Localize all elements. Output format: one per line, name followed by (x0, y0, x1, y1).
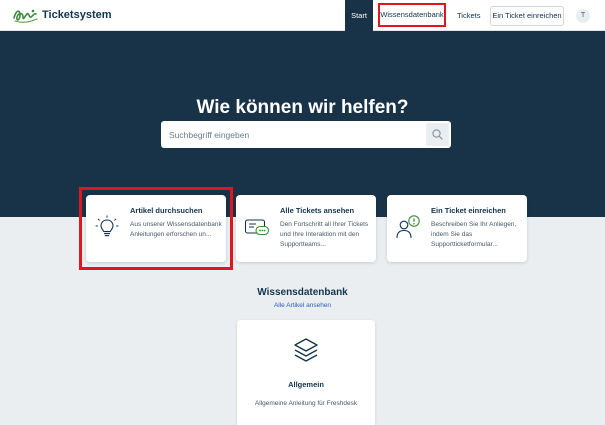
category-description: Allgemeine Anleitung für Freshdesk (254, 400, 358, 407)
nav-tickets[interactable]: Tickets (457, 0, 480, 31)
card-view-tickets[interactable]: Alle Tickets ansehen Den Fortschritt all… (236, 195, 376, 262)
search-bar (161, 121, 451, 148)
nav-knowledge-base[interactable]: Wissensdatenbank (378, 3, 446, 27)
top-navigation-bar: Ticketsystem Start Wissensdatenbank Tick… (0, 0, 605, 31)
search-icon (432, 129, 443, 140)
ticket-icon (244, 219, 270, 236)
user-alert-icon (396, 215, 420, 239)
knowledge-base-title: Wissensdatenbank (257, 287, 348, 298)
submit-ticket-button[interactable]: Ein Ticket einreichen (490, 6, 564, 26)
hero-title: Wie können wir helfen? (196, 97, 409, 118)
card-submit-ticket[interactable]: Ein Ticket einreichen Beschreiben Sie Ih… (387, 195, 527, 262)
search-button[interactable] (426, 123, 449, 146)
category-title: Allgemein (288, 380, 324, 389)
layers-icon (294, 338, 318, 362)
view-all-articles-link[interactable]: Alle Artikel ansehen (0, 302, 605, 309)
script-logo-icon[interactable] (12, 6, 39, 25)
highlight-box (79, 187, 233, 270)
card-description: Beschreiben Sie Ihr Anliegen, indem Sie … (431, 221, 517, 248)
card-title: Ein Ticket einreichen (431, 206, 506, 215)
category-card-allgemein[interactable]: Allgemein Allgemeine Anleitung für Fresh… (237, 320, 375, 425)
search-input[interactable] (161, 121, 425, 148)
nav-start[interactable]: Start (345, 0, 373, 31)
card-title: Alle Tickets ansehen (280, 206, 355, 215)
card-description: Den Fortschritt all Ihrer Tickets und Ih… (280, 221, 369, 248)
avatar[interactable]: T (576, 9, 590, 23)
brand-name[interactable]: Ticketsystem (42, 9, 112, 21)
